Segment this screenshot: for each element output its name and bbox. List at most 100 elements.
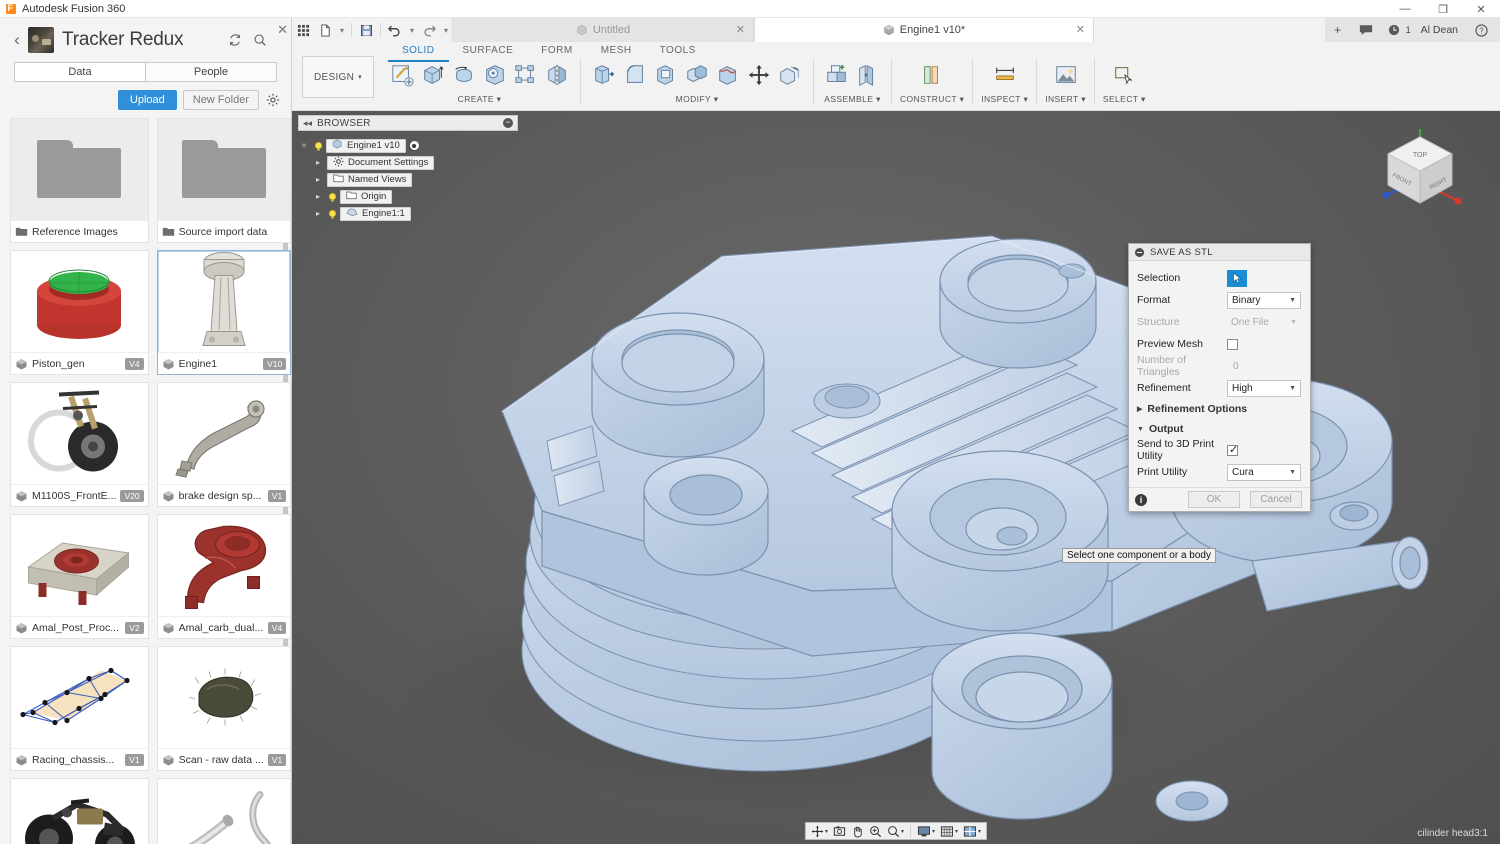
data-panel-close-icon[interactable]: ✕ — [277, 22, 288, 38]
pattern-icon[interactable] — [511, 60, 541, 90]
redo-dropdown-caret[interactable]: ▾ — [440, 19, 452, 41]
undo-icon[interactable] — [384, 19, 406, 41]
viewport-canvas[interactable]: ◂◂ BROWSER − ▿ Engine1 v10 ▸ Document Setti… — [292, 111, 1500, 844]
doc-tab-close-icon[interactable]: ✕ — [1076, 23, 1085, 36]
tree-node-pill[interactable]: Named Views — [327, 172, 413, 187]
ok-button[interactable]: OK — [1188, 491, 1240, 508]
extrude-icon[interactable] — [418, 60, 448, 90]
tree-expand-arrow-icon[interactable]: ▸ — [312, 192, 324, 201]
new-sketch-icon[interactable] — [387, 60, 417, 90]
format-dropdown[interactable]: Binary ▼ — [1227, 291, 1301, 309]
split-face-icon[interactable] — [713, 60, 743, 90]
tree-expand-arrow-icon[interactable]: ▸ — [312, 158, 324, 167]
design-card[interactable]: M1100S_FrontE... V20 — [10, 382, 149, 507]
help-icon[interactable]: ? — [1468, 18, 1494, 42]
visibility-bulb-icon[interactable] — [327, 209, 337, 219]
pan-icon[interactable] — [849, 823, 866, 839]
app-grid-icon[interactable] — [292, 19, 314, 41]
hole-icon[interactable] — [480, 60, 510, 90]
design-card[interactable]: Amal_carb_dual... V4 — [156, 514, 291, 639]
print-utility-dropdown[interactable]: Cura ▼ — [1227, 463, 1301, 481]
panel-label-modify[interactable]: MODIFY ▾ — [676, 94, 719, 105]
tree-node[interactable]: ▸ Named Views — [298, 171, 518, 188]
tree-node[interactable]: ▸ Origin — [298, 188, 518, 205]
tree-node-pill[interactable]: Document Settings — [327, 155, 435, 170]
align-icon[interactable] — [775, 60, 805, 90]
output-section[interactable]: ▼ Output — [1137, 419, 1302, 439]
design-card[interactable]: Amal_Post_Proc... V2 — [10, 514, 149, 639]
look-at-icon[interactable] — [831, 823, 848, 839]
tab-data[interactable]: Data — [14, 62, 145, 82]
add-tab-button[interactable]: + — [1325, 18, 1351, 42]
display-settings-icon[interactable]: ▾ — [915, 823, 937, 839]
measure-icon[interactable] — [990, 60, 1020, 90]
browser-collapse-icon[interactable]: − — [503, 118, 513, 128]
panel-label-construct[interactable]: CONSTRUCT ▾ — [900, 94, 964, 105]
undo-dropdown-caret[interactable]: ▾ — [406, 19, 418, 41]
tab-people[interactable]: People — [145, 62, 277, 82]
refinement-options-section[interactable]: ▶ Refinement Options — [1137, 399, 1302, 419]
zoom-icon[interactable] — [867, 823, 884, 839]
save-icon[interactable] — [355, 19, 377, 41]
user-name[interactable]: Al Dean — [1413, 24, 1466, 36]
doc-tab-engine1[interactable]: Engine1 v10* ✕ — [754, 18, 1094, 42]
search-icon[interactable] — [252, 33, 267, 48]
fillet-icon[interactable] — [620, 60, 650, 90]
press-pull-icon[interactable] — [589, 60, 619, 90]
tree-expand-arrow-icon[interactable]: ▿ — [298, 141, 310, 150]
design-card[interactable]: brake design sp... V1 — [156, 382, 291, 507]
dialog-header[interactable]: SAVE AS STL — [1129, 244, 1310, 261]
offset-plane-icon[interactable] — [917, 60, 947, 90]
tree-node-pill[interactable]: Engine1 v10 — [326, 138, 406, 153]
back-icon[interactable]: ‹ — [8, 30, 26, 50]
tree-node-pill[interactable]: Origin — [340, 189, 393, 204]
doc-tab-close-icon[interactable]: ✕ — [736, 23, 745, 36]
refinement-dropdown[interactable]: High ▼ — [1227, 379, 1301, 397]
fit-icon[interactable]: ▾ — [885, 823, 906, 839]
select-icon[interactable] — [1109, 60, 1139, 90]
tree-expand-arrow-icon[interactable]: ▸ — [312, 209, 324, 218]
tree-expand-arrow-icon[interactable]: ▸ — [312, 175, 324, 184]
redo-icon[interactable] — [418, 19, 440, 41]
maximize-button[interactable]: ❐ — [1424, 0, 1462, 18]
gear-icon[interactable] — [265, 92, 281, 108]
activate-component-radio[interactable] — [408, 140, 420, 151]
grid-settings-icon[interactable]: ▾ — [938, 823, 960, 839]
design-card[interactable]: Engine1 V10 — [156, 250, 291, 375]
revolve-icon[interactable] — [449, 60, 479, 90]
collapse-left-icon[interactable]: ◂◂ — [303, 118, 312, 129]
info-icon[interactable]: i — [1135, 493, 1147, 506]
cancel-button[interactable]: Cancel — [1250, 491, 1302, 508]
new-component-icon[interactable] — [822, 60, 852, 90]
file-icon[interactable] — [314, 19, 336, 41]
panel-label-select[interactable]: SELECT ▾ — [1103, 94, 1146, 105]
browser-header[interactable]: ◂◂ BROWSER − — [298, 115, 518, 131]
tree-node-pill[interactable]: Engine1:1 — [340, 206, 411, 221]
design-card[interactable] — [10, 778, 149, 844]
view-cube[interactable]: TOP FRONT RIGHT — [1370, 123, 1462, 213]
combine-icon[interactable] — [682, 60, 712, 90]
visibility-bulb-icon[interactable] — [327, 192, 337, 202]
save-as-stl-dialog[interactable]: SAVE AS STL Selection Format Binary ▼ St… — [1128, 243, 1311, 512]
tree-node[interactable]: ▿ Engine1 v10 — [298, 137, 518, 154]
design-card[interactable] — [156, 778, 291, 844]
job-status-icon[interactable] — [1381, 18, 1407, 42]
design-card[interactable]: Piston_gen V4 — [10, 250, 149, 375]
new-folder-button[interactable]: New Folder — [182, 90, 259, 110]
orbit-icon[interactable]: ▾ — [809, 823, 830, 839]
doc-tab-untitled[interactable]: Untitled ✕ — [452, 18, 754, 42]
send-to-3d-print-utility-checkbox[interactable] — [1227, 443, 1238, 456]
comment-icon[interactable] — [1353, 18, 1379, 42]
folder-card[interactable]: Source import data — [156, 118, 291, 243]
viewports-icon[interactable]: ▾ — [961, 823, 983, 839]
minimize-button[interactable]: — — [1386, 0, 1424, 18]
folder-card[interactable]: Reference Images — [10, 118, 149, 243]
insert-image-icon[interactable] — [1051, 60, 1081, 90]
panel-label-insert[interactable]: INSERT ▾ — [1045, 94, 1086, 105]
panel-label-inspect[interactable]: INSPECT ▾ — [981, 94, 1028, 105]
tree-node[interactable]: ▸ Engine1:1 — [298, 205, 518, 222]
joint-icon[interactable] — [853, 60, 883, 90]
panel-label-assemble[interactable]: ASSEMBLE ▾ — [824, 94, 880, 105]
workspace-switcher[interactable]: DESIGN ▾ — [302, 56, 374, 98]
selection-button[interactable] — [1227, 269, 1247, 287]
